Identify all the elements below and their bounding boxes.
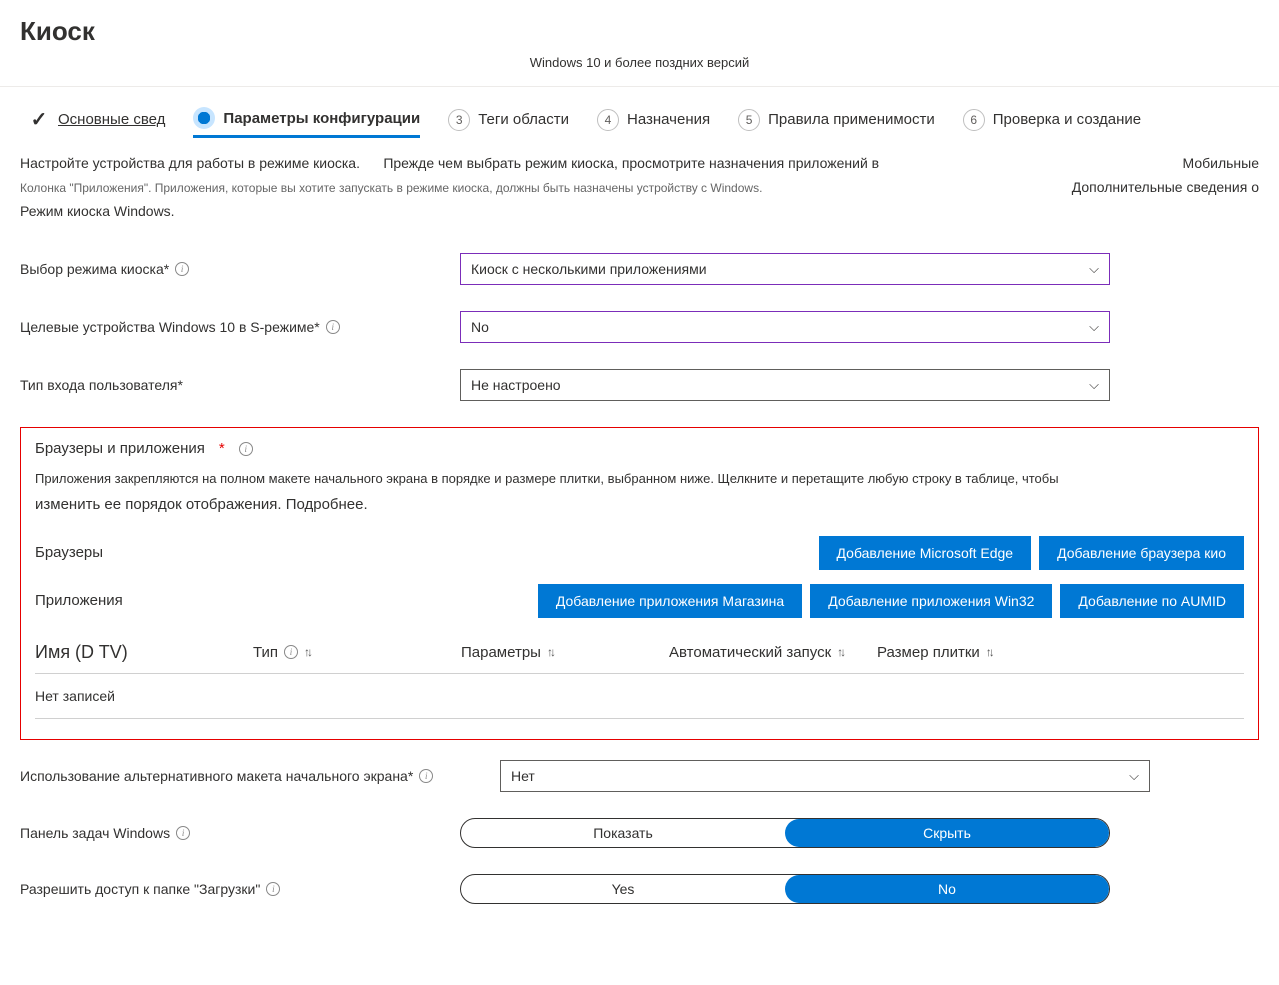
chevron-down-icon: ⌵ bbox=[1089, 319, 1099, 335]
sort-icon: ↑↓ bbox=[547, 645, 553, 659]
table-divider bbox=[35, 718, 1244, 719]
add-win32-app-button[interactable]: Добавление приложения Win32 bbox=[810, 584, 1052, 618]
info-icon[interactable]: i bbox=[266, 882, 280, 896]
info-icon[interactable]: i bbox=[176, 826, 190, 840]
sort-icon: ↑↓ bbox=[986, 645, 992, 659]
step-configuration[interactable]: ● Параметры конфигурации bbox=[193, 107, 420, 138]
downloads-label: Разрешить доступ к папке "Загрузки" i bbox=[20, 881, 450, 897]
taskbar-hide-option[interactable]: Скрыть bbox=[785, 819, 1109, 847]
table-divider bbox=[35, 673, 1244, 674]
step-number-badge: 5 bbox=[738, 109, 760, 131]
col-tilesize[interactable]: Размер плитки ↑↓ bbox=[877, 644, 1244, 661]
browsers-apps-section: Браузеры и приложения * i Приложения зак… bbox=[20, 427, 1259, 739]
page-title: Киоск bbox=[20, 16, 1259, 47]
info-icon[interactable]: i bbox=[239, 442, 253, 456]
sort-icon: ↑↓ bbox=[304, 645, 310, 659]
add-aumid-button[interactable]: Добавление по AUMID bbox=[1060, 584, 1244, 618]
browsers-row-label: Браузеры bbox=[35, 544, 395, 561]
alt-layout-select[interactable]: Нет ⌵ bbox=[500, 760, 1150, 792]
kiosk-mode-select[interactable]: Киоск с несколькими приложениями ⌵ bbox=[460, 253, 1110, 285]
step-number-badge: 4 bbox=[597, 109, 619, 131]
info-icon[interactable]: i bbox=[326, 320, 340, 334]
chevron-down-icon: ⌵ bbox=[1089, 261, 1099, 277]
divider bbox=[0, 86, 1279, 87]
extra-link-more[interactable]: Дополнительные сведения о bbox=[1072, 176, 1259, 200]
extra-link-mobile[interactable]: Мобильные bbox=[1183, 152, 1260, 176]
col-type[interactable]: Тип i ↑↓ bbox=[253, 644, 453, 661]
s-mode-label: Целевые устройства Windows 10 в S-режиме… bbox=[20, 319, 450, 335]
wizard-stepper: ✓ Основные свед ● Параметры конфигурации… bbox=[20, 105, 1259, 134]
kiosk-mode-label: Выбор режима киоска* i bbox=[20, 261, 450, 277]
step-number-badge: 6 bbox=[963, 109, 985, 131]
step-applicability[interactable]: 5 Правила применимости bbox=[738, 109, 935, 131]
step-assignments[interactable]: 4 Назначения bbox=[597, 109, 710, 131]
alt-layout-label: Использование альтернативного макета нач… bbox=[20, 768, 490, 784]
taskbar-label: Панель задач Windows i bbox=[20, 825, 450, 841]
step-basics[interactable]: ✓ Основные свед bbox=[28, 109, 165, 131]
downloads-yes-option[interactable]: Yes bbox=[461, 875, 785, 903]
s-mode-select[interactable]: No ⌵ bbox=[460, 311, 1110, 343]
chevron-down-icon: ⌵ bbox=[1089, 377, 1099, 393]
info-icon: i bbox=[284, 645, 298, 659]
logon-type-label: Тип входа пользователя* bbox=[20, 377, 450, 393]
add-kiosk-browser-button[interactable]: Добавление браузера кио bbox=[1039, 536, 1244, 570]
apps-row-label: Приложения bbox=[35, 592, 395, 609]
downloads-no-option[interactable]: No bbox=[785, 875, 1109, 903]
apps-table-header: Имя (D TV) Тип i ↑↓ Параметры ↑↓ Автомат… bbox=[35, 632, 1244, 671]
info-icon[interactable]: i bbox=[419, 769, 433, 783]
taskbar-toggle: Показать Скрыть bbox=[460, 818, 1110, 848]
step-number-badge: 3 bbox=[448, 109, 470, 131]
sort-icon: ↑↓ bbox=[837, 645, 843, 659]
required-asterisk: * bbox=[219, 440, 225, 457]
section-heading: Браузеры и приложения * i bbox=[35, 440, 1244, 457]
info-icon[interactable]: i bbox=[175, 262, 189, 276]
downloads-toggle: Yes No bbox=[460, 874, 1110, 904]
no-records-text: Нет записей bbox=[35, 676, 1244, 716]
step-scope-tags[interactable]: 3 Теги области bbox=[448, 109, 569, 131]
add-store-app-button[interactable]: Добавление приложения Магазина bbox=[538, 584, 802, 618]
step-review[interactable]: 6 Проверка и создание bbox=[963, 109, 1141, 131]
col-name[interactable]: Имя (D TV) bbox=[35, 642, 245, 663]
section-description: Приложения закрепляются на полном макете… bbox=[35, 467, 1244, 517]
step-badge-icon: ● bbox=[193, 107, 215, 129]
col-autolaunch[interactable]: Автоматический запуск ↑↓ bbox=[669, 644, 869, 661]
check-icon: ✓ bbox=[28, 109, 50, 131]
chevron-down-icon: ⌵ bbox=[1129, 768, 1139, 784]
logon-type-select[interactable]: Не настроено ⌵ bbox=[460, 369, 1110, 401]
col-params[interactable]: Параметры ↑↓ bbox=[461, 644, 661, 661]
taskbar-show-option[interactable]: Показать bbox=[461, 819, 785, 847]
intro-text: Мобильные Настройте устройства для работ… bbox=[20, 152, 1259, 223]
page-subtitle: Windows 10 и более поздних версий bbox=[20, 55, 1259, 70]
add-edge-button[interactable]: Добавление Microsoft Edge bbox=[819, 536, 1032, 570]
